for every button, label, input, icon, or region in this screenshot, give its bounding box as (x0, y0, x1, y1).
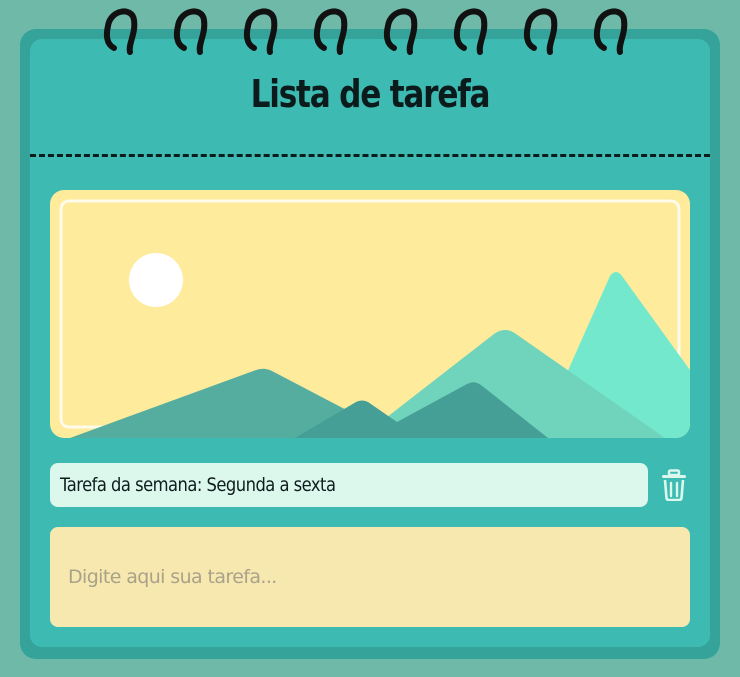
task-item[interactable]: Tarefa da semana: Segunda a sexta (50, 463, 648, 507)
page-title: Lista de tarefa (250, 72, 491, 116)
landscape-image (50, 190, 690, 438)
landscape-illustration (50, 190, 690, 438)
trash-icon[interactable] (660, 469, 688, 501)
new-task-input[interactable] (50, 527, 690, 627)
header-divider (30, 154, 710, 157)
task-item-text: Tarefa da semana: Segunda a sexta (60, 474, 336, 496)
sun-icon (129, 253, 183, 307)
